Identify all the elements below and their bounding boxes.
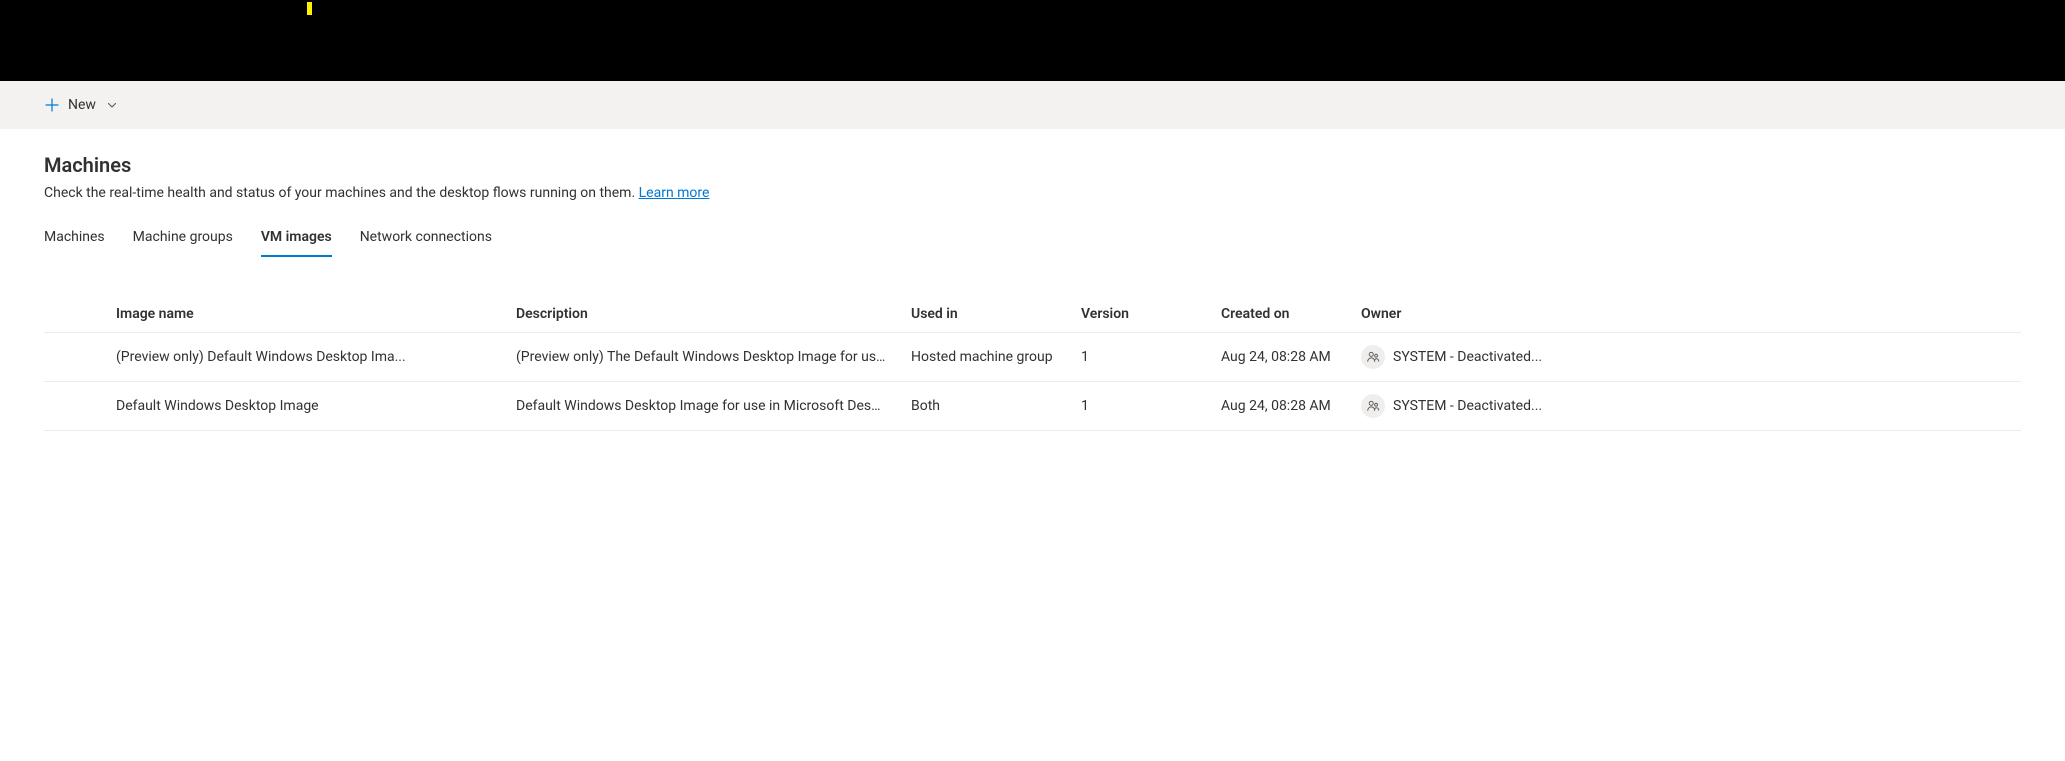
new-button[interactable]: New	[40, 91, 122, 119]
table-cell-used-in: Hosted machine group	[899, 333, 1069, 382]
table-row[interactable]: Default Windows Desktop Image Default Wi…	[44, 382, 2021, 431]
vm-images-table: Image name Description Used in Version C…	[44, 296, 2021, 431]
page-title: Machines	[44, 153, 2021, 177]
table-header-used-in[interactable]: Used in	[899, 296, 1069, 333]
table-cell-owner: SYSTEM - Deactivated...	[1349, 382, 2021, 431]
table-cell-used-in: Both	[899, 382, 1069, 431]
person-icon	[1361, 345, 1385, 369]
table-header-spacer	[44, 296, 104, 333]
new-button-label: New	[68, 97, 96, 113]
yellow-marker	[307, 2, 312, 15]
command-bar: New	[0, 81, 2065, 129]
table-cell-spacer	[44, 382, 104, 431]
table-header-image-name[interactable]: Image name	[104, 296, 504, 333]
table-cell-image-name[interactable]: (Preview only) Default Windows Desktop I…	[104, 333, 504, 382]
page-content: Machines Check the real-time health and …	[0, 129, 2065, 455]
table-header-created-on[interactable]: Created on	[1209, 296, 1349, 333]
chevron-down-icon	[106, 99, 118, 111]
plus-icon	[44, 97, 60, 113]
table-row[interactable]: (Preview only) Default Windows Desktop I…	[44, 333, 2021, 382]
tab-machines[interactable]: Machines	[44, 221, 105, 257]
owner-name: SYSTEM - Deactivated...	[1393, 398, 1542, 414]
owner-name: SYSTEM - Deactivated...	[1393, 349, 1542, 365]
tab-network-connections[interactable]: Network connections	[360, 221, 492, 257]
table-header-owner[interactable]: Owner	[1349, 296, 2021, 333]
table-header-description[interactable]: Description	[504, 296, 899, 333]
table-cell-image-name[interactable]: Default Windows Desktop Image	[104, 382, 504, 431]
top-header-bar	[0, 0, 2065, 81]
page-subtitle-text: Check the real-time health and status of…	[44, 185, 639, 201]
table-header-row: Image name Description Used in Version C…	[44, 296, 2021, 333]
table-cell-spacer	[44, 333, 104, 382]
table-cell-version: 1	[1069, 333, 1209, 382]
tabs: Machines Machine groups VM images Networ…	[44, 221, 2021, 256]
table-cell-description: Default Windows Desktop Image for use in…	[504, 382, 899, 431]
table-cell-created-on: Aug 24, 08:28 AM	[1209, 382, 1349, 431]
table-cell-created-on: Aug 24, 08:28 AM	[1209, 333, 1349, 382]
table-cell-version: 1	[1069, 382, 1209, 431]
learn-more-link[interactable]: Learn more	[639, 185, 710, 201]
table-header-version[interactable]: Version	[1069, 296, 1209, 333]
person-icon	[1361, 394, 1385, 418]
table-cell-owner: SYSTEM - Deactivated...	[1349, 333, 2021, 382]
table-cell-description: (Preview only) The Default Windows Deskt…	[504, 333, 899, 382]
tab-machine-groups[interactable]: Machine groups	[133, 221, 233, 257]
page-subtitle: Check the real-time health and status of…	[44, 185, 2021, 201]
tab-vm-images[interactable]: VM images	[261, 221, 332, 257]
